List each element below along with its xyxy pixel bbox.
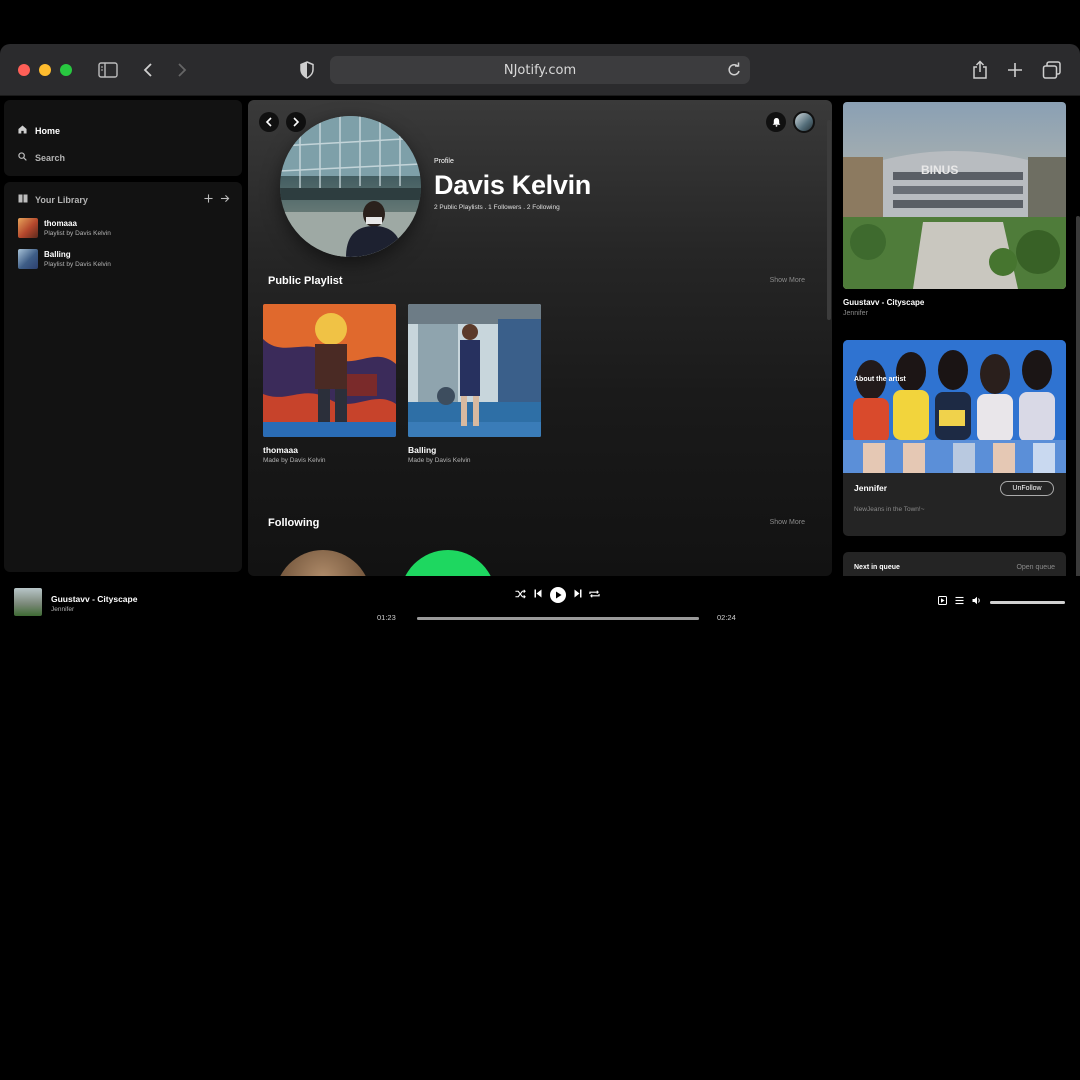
repeat-icon[interactable] [589, 589, 600, 599]
following-title: Following [268, 517, 320, 529]
public-playlist-show-more[interactable]: Show More [770, 277, 805, 284]
play-button[interactable] [550, 587, 566, 603]
library-item-subtitle: Playlist by Davis Kelvin [44, 261, 111, 268]
unfollow-button[interactable]: UnFollow [1000, 481, 1054, 496]
about-artist-label: About the artist [854, 376, 906, 383]
playback-progress-bar[interactable] [417, 617, 699, 620]
queue-icon[interactable] [955, 596, 964, 605]
bell-icon [772, 117, 780, 127]
artist-description: NewJeans in the Town!~ [854, 506, 925, 513]
playlist-card-image[interactable] [408, 304, 541, 437]
following-avatar[interactable] [400, 550, 496, 576]
reload-icon[interactable] [724, 60, 744, 80]
player-track-artist[interactable]: Jennifer [51, 606, 74, 613]
following-avatar[interactable] [275, 550, 371, 576]
browser-window: NJotify.com Home Search Your Library tho… [0, 44, 1080, 632]
queue-title: Next in queue [854, 564, 900, 571]
main-content: Profile Davis Kelvin 2 Public Playlists … [248, 100, 832, 576]
notifications-button[interactable] [766, 112, 786, 132]
library-item[interactable]: Balling Playlist by Davis Kelvin [18, 249, 111, 269]
playlist-thumbnail [18, 218, 38, 238]
screen: NJotify.com Home Search Your Library tho… [0, 0, 1080, 1080]
playlist-card-title[interactable]: Balling [408, 445, 436, 455]
playlist-card-image[interactable] [263, 304, 396, 437]
home-icon [18, 125, 27, 136]
building-sign-logo: BINUS [921, 163, 958, 177]
address-bar[interactable]: NJotify.com [330, 56, 750, 84]
minimize-window-button[interactable] [39, 64, 51, 76]
library-title[interactable]: Your Library [35, 195, 88, 205]
previous-track-icon[interactable] [534, 589, 542, 598]
playlist-card-title[interactable]: thomaaa [263, 445, 298, 455]
library-item[interactable]: thomaaa Playlist by Davis Kelvin [18, 218, 111, 238]
volume-level-fill [990, 601, 1065, 604]
app: Home Search Your Library thomaaa Playlis… [0, 96, 1080, 632]
shield-icon[interactable] [295, 58, 319, 82]
next-track-icon[interactable] [574, 589, 582, 598]
play-icon [555, 591, 561, 599]
sidebar-item-home[interactable]: Home [18, 125, 60, 136]
new-tab-icon[interactable] [1003, 58, 1027, 82]
sidebar-item-label: Home [35, 125, 61, 136]
url-text: NJotify.com [503, 63, 577, 78]
elapsed-time: 01:23 [377, 613, 396, 622]
about-artist-card: About the artist Jennifer UnFollow NewJe… [843, 340, 1066, 536]
share-icon[interactable] [968, 58, 992, 82]
user-avatar[interactable] [793, 111, 815, 133]
library-header: Your Library [18, 194, 230, 205]
profile-picture [280, 116, 421, 257]
public-playlist-title: Public Playlist [268, 275, 343, 287]
profile-stats: 2 Public Playlists . 1 Followers . 2 Fol… [434, 204, 560, 211]
library-item-title: thomaaa [44, 219, 77, 228]
playback-progress-fill [417, 617, 699, 620]
library-icon [18, 194, 28, 205]
back-icon[interactable] [136, 58, 160, 82]
now-playing-title[interactable]: Guustavv - Cityscape [843, 298, 924, 307]
profile-label: Profile [434, 158, 454, 165]
chevron-left-icon [265, 117, 272, 127]
right-panel-scrollbar[interactable] [1076, 216, 1080, 616]
player-bar: Guustavv - Cityscape Jennifer 01:23 02:2… [0, 576, 1080, 632]
sidebar-item-label: Search [35, 152, 66, 163]
tab-overview-icon[interactable] [1040, 58, 1064, 82]
sidebar-toggle-icon[interactable] [96, 58, 120, 82]
volume-slider[interactable] [990, 601, 1065, 604]
sidebar-nav: Home Search [4, 100, 242, 176]
library-item-subtitle: Playlist by Davis Kelvin [44, 230, 111, 237]
zoom-window-button[interactable] [60, 64, 72, 76]
playlist-card-subtitle: Made by Davis Kelvin [263, 457, 326, 464]
playlist-thumbnail [18, 249, 38, 269]
volume-icon[interactable] [972, 596, 982, 605]
now-playing-panel: BINUS Guustavv - Cityscape Jennifer Abou… [836, 100, 1072, 582]
close-window-button[interactable] [18, 64, 30, 76]
player-artwork[interactable] [14, 588, 42, 616]
artist-name[interactable]: Jennifer [854, 483, 887, 493]
chevron-right-icon [293, 117, 300, 127]
sidebar-item-search[interactable]: Search [18, 152, 65, 163]
profile-name: Davis Kelvin [434, 170, 591, 200]
forward-icon[interactable] [170, 58, 194, 82]
shuffle-icon[interactable] [515, 589, 526, 599]
expand-library-icon[interactable] [220, 194, 230, 205]
page-back-button[interactable] [259, 112, 279, 132]
library-item-title: Balling [44, 250, 71, 259]
player-track-title[interactable]: Guustavv - Cityscape [51, 594, 137, 604]
now-playing-view-icon[interactable] [938, 596, 947, 605]
open-queue-link[interactable]: Open queue [1016, 564, 1055, 571]
library-panel: Your Library thomaaa Playlist by Davis K… [4, 182, 242, 572]
search-icon [18, 152, 27, 163]
page-forward-button[interactable] [286, 112, 306, 132]
artist-image [843, 340, 1066, 473]
main-scrollbar[interactable] [827, 120, 831, 320]
playlist-card-subtitle: Made by Davis Kelvin [408, 457, 471, 464]
now-playing-artist[interactable]: Jennifer [843, 310, 868, 317]
following-show-more[interactable]: Show More [770, 519, 805, 526]
now-playing-artwork: BINUS [843, 102, 1066, 289]
browser-toolbar: NJotify.com [0, 44, 1080, 96]
create-playlist-icon[interactable] [204, 194, 213, 205]
total-time: 02:24 [717, 613, 736, 622]
